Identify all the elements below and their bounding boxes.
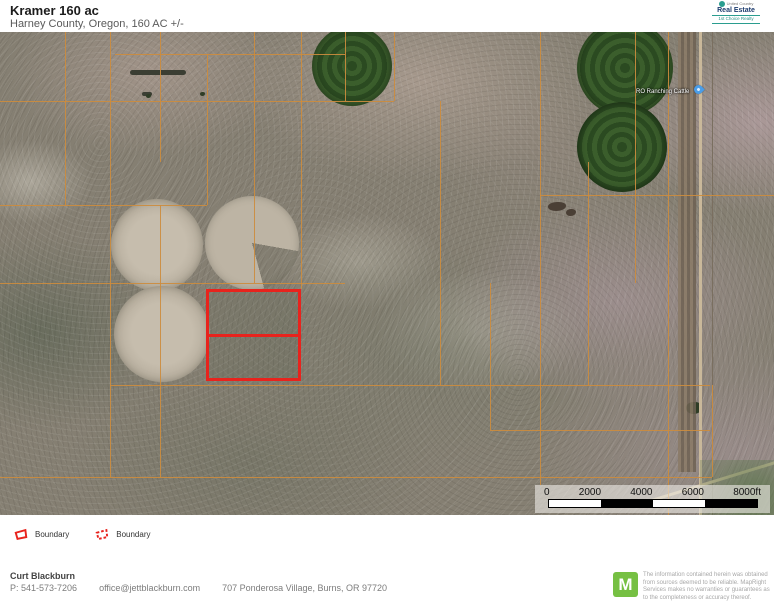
brokerage-logo: United Country Real Estate 1st Choice Re… [712,1,760,24]
legend-item-boundary-dashed: Boundary [95,528,150,541]
ranch-map-label: RO Ranching Cattle [636,89,689,95]
parcel-line [65,32,66,205]
pivot-circle-tan-1 [111,199,203,291]
parcel-line [0,477,712,478]
parcel-line [540,32,541,485]
parcel-line [635,32,636,283]
parcel-line [115,54,345,55]
parcel-line [0,205,207,206]
attribution-text: The information contained herein was obt… [643,572,775,602]
brand-line3: 1st Choice Realty [712,16,760,24]
parcel-line [160,32,161,162]
legend-label: Boundary [116,530,150,539]
farm-strip [678,32,696,472]
parcel-line [668,32,669,515]
agent-name: Curt Blackburn [10,571,75,581]
mapright-logo: M [613,572,638,597]
footer: Curt Blackburn P: 541-573-7206 office@je… [0,566,776,600]
scale-tick-2000: 2000 [579,487,601,498]
parcel-line [490,430,710,431]
parcel-line [345,32,346,101]
contact-row: P: 541-573-7206 office@jettblackburn.com… [10,583,409,593]
satellite-map: RO Ranching Cattle 0 2000 4000 6000 8000… [0,32,774,515]
scale-bar-segments [548,499,758,508]
parcel-line [540,195,774,196]
scale-tick-0: 0 [544,487,550,498]
agent-phone: P: 541-573-7206 [10,583,77,593]
scale-bar: 0 2000 4000 6000 8000ft [535,485,770,513]
parcel-line [490,283,491,430]
parcel-line [110,32,111,477]
parcel-line [254,32,255,283]
property-map-flyer: Kramer 160 ac Harney County, Oregon, 160… [0,0,776,600]
parcel-line [207,54,208,205]
parcel-line [110,385,710,386]
boundary-solid-icon [14,528,28,541]
agent-address: 707 Ponderosa Village, Burns, OR 97720 [222,583,387,593]
pivot-circle-partial [205,196,299,290]
property-boundary-south [206,334,301,381]
page-title: Kramer 160 ac [10,3,99,18]
parcel-line [440,101,441,385]
page-subtitle: Harney County, Oregon, 160 AC +/- [10,18,184,30]
legend-label: Boundary [35,530,69,539]
parcel-line [712,385,713,477]
header: Kramer 160 ac Harney County, Oregon, 160… [0,0,776,32]
mapright-attribution: M The information contained herein was o… [613,572,775,602]
scale-tick-8000ft: 8000ft [733,487,761,498]
legend: Boundary Boundary [14,528,177,541]
parcel-line [0,101,394,102]
brand-line1: United Country [727,2,754,6]
boundary-dashed-icon [95,528,109,541]
lava-ridge [130,70,186,75]
parcel-line [0,283,345,284]
road-vertical [699,32,702,515]
scale-tick-4000: 4000 [630,487,652,498]
agent-email: office@jettblackburn.com [99,583,200,593]
parcel-line [301,32,302,289]
brand-line2: Real Estate [712,7,760,16]
pivot-circle-tan-2 [114,286,210,382]
legend-item-boundary-solid: Boundary [14,528,69,541]
parcel-line [394,32,395,101]
property-boundary-north [206,289,301,337]
crop-circle-right-2 [577,102,667,192]
terrain-texture [0,32,774,515]
parcel-line [160,205,161,477]
scale-tick-6000: 6000 [682,487,704,498]
